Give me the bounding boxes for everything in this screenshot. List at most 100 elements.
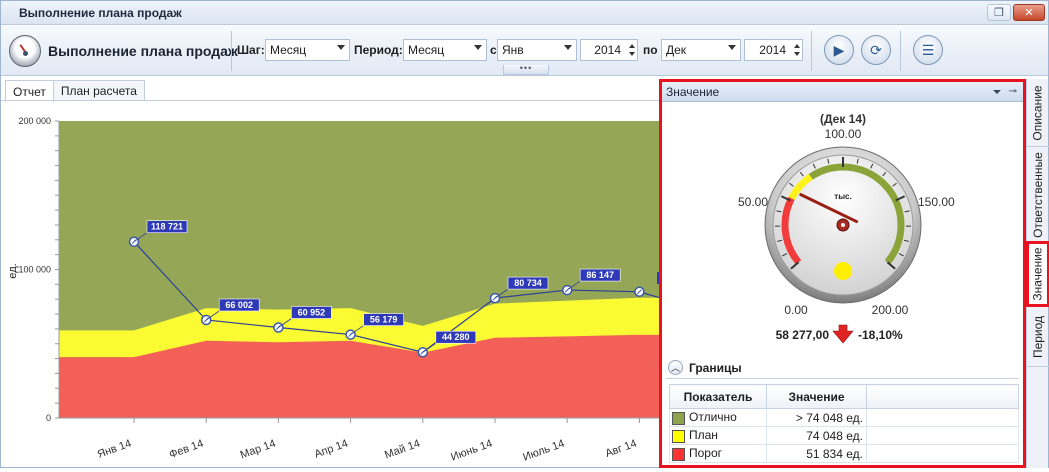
period-select-value: Месяц — [408, 43, 444, 57]
play-button[interactable]: ▶ — [824, 35, 854, 65]
to-label: по — [643, 43, 658, 57]
restore-icon: ❐ — [994, 6, 1004, 19]
tab-report[interactable]: Отчет — [5, 80, 54, 102]
side-tab-value[interactable]: Значение — [1026, 241, 1049, 307]
data-label: 60 952 — [298, 307, 326, 317]
play-icon: ▶ — [834, 42, 845, 59]
pin-icon[interactable]: ⊸ — [1009, 82, 1017, 102]
toolbar-divider — [900, 31, 901, 71]
sales-chart: 0100 000200 000ед.Янв 14Фев 14Мар 14Апр … — [1, 101, 661, 469]
from-month-value: Янв — [502, 43, 524, 57]
y-axis-label: ед. — [7, 263, 19, 278]
empty-cell — [867, 445, 1019, 463]
column-header-indicator[interactable]: Показатель — [670, 385, 767, 409]
data-label: 66 002 — [225, 300, 253, 310]
gauge-delta: -18,10% — [858, 328, 903, 342]
chevron-down-icon — [564, 45, 572, 50]
spin-down-icon[interactable] — [794, 52, 800, 56]
side-tab-label: Значение — [1031, 247, 1045, 300]
refresh-button[interactable]: ⟳ — [861, 35, 891, 65]
chart-svg: 0100 000200 000ед.Янв 14Фев 14Мар 14Апр … — [1, 101, 661, 469]
x-tick-label: Фев 14 — [168, 438, 206, 461]
side-tab-responsible[interactable]: Ответственные — [1027, 147, 1049, 243]
data-label: 80 734 — [514, 278, 542, 288]
x-tick-label: Июль 14 — [521, 438, 566, 464]
to-year-value: 2014 — [759, 43, 786, 57]
app-title: Выполнение плана продаж — [48, 43, 238, 59]
sliders-icon: ☰ — [922, 42, 935, 59]
gauge-status-light — [834, 262, 852, 280]
chevron-down-icon — [728, 45, 736, 50]
table-row[interactable]: Порог 51 834 ед. — [670, 445, 1019, 463]
bounds-title: Границы — [689, 361, 742, 375]
from-year-spinner[interactable]: 2014 — [580, 39, 638, 61]
bounds-table: Показатель Значение Отлично> 74 048 ед.П… — [669, 384, 1019, 463]
tab-label: План расчета — [61, 84, 137, 98]
speedometer-icon — [9, 35, 41, 67]
column-header-empty — [867, 385, 1019, 409]
table-row[interactable]: План74 048 ед. — [670, 427, 1019, 445]
x-tick-label: Мар 14 — [239, 438, 278, 462]
y-tick-label: 0 — [46, 413, 51, 423]
empty-cell — [867, 427, 1019, 445]
from-label: с — [490, 43, 497, 57]
bound-name-cell: Отлично — [670, 409, 767, 427]
gauge-q1-label: 50.00 — [738, 195, 768, 209]
from-month-select[interactable]: Янв — [497, 39, 577, 61]
x-tick-label: Апр 14 — [313, 438, 350, 461]
toolbar-divider — [231, 31, 232, 71]
window-title: Выполнение плана продаж — [19, 6, 182, 20]
bound-name-cell: Порог — [670, 445, 767, 463]
bounds-section-header[interactable]: ︿ Границы — [666, 357, 1019, 379]
spin-up-icon[interactable] — [794, 44, 800, 48]
spin-down-icon[interactable] — [629, 52, 635, 56]
period-select[interactable]: Месяц — [403, 39, 487, 61]
step-select[interactable]: Месяц — [265, 39, 350, 61]
chevron-down-icon — [474, 45, 482, 50]
bound-value: > 74 048 ед. — [767, 409, 867, 427]
side-tab-period[interactable]: Период — [1027, 307, 1049, 367]
gauge-max-label: 200.00 — [872, 303, 909, 317]
toolbar-grip[interactable]: ••• — [503, 65, 549, 75]
gauge-mid-label: 100.00 — [825, 127, 862, 141]
spin-up-icon[interactable] — [629, 44, 635, 48]
to-month-select[interactable]: Дек — [661, 39, 741, 61]
restore-button[interactable]: ❐ — [987, 4, 1011, 21]
bound-name: Порог — [689, 446, 722, 460]
settings-button[interactable]: ☰ — [913, 35, 943, 65]
data-label: 44 280 — [442, 332, 470, 342]
y-tick-label: 200 000 — [18, 116, 51, 126]
table-row[interactable]: Отлично > 74 048 ед. — [670, 409, 1019, 427]
to-year-spinner[interactable]: 2014 — [744, 39, 803, 61]
bound-value: 51 834 ед. — [767, 445, 867, 463]
refresh-icon: ⟳ — [870, 42, 882, 59]
close-button[interactable]: ✕ — [1013, 4, 1045, 21]
collapse-icon[interactable]: ︿ — [668, 360, 683, 375]
bound-name: План — [689, 428, 718, 442]
close-icon: ✕ — [1024, 6, 1033, 19]
tab-calc-plan[interactable]: План расчета — [53, 80, 145, 101]
color-swatch — [672, 430, 685, 443]
chevron-down-icon — [337, 45, 345, 50]
x-tick-label: Июнь 14 — [449, 438, 494, 464]
period-label: Период: — [354, 43, 403, 57]
side-tab-label: Период — [1031, 315, 1045, 357]
bound-name: Отлично — [689, 410, 737, 424]
color-swatch — [672, 412, 685, 425]
x-tick-label: Янв 14 — [96, 438, 133, 461]
color-swatch — [672, 448, 685, 461]
column-header-value[interactable]: Значение — [767, 385, 867, 409]
data-label: 86 147 — [586, 270, 614, 280]
data-label: 118 721 — [151, 222, 183, 232]
app-window: Выполнение плана продаж ❐ ✕ Выполнение п… — [0, 0, 1049, 468]
panel-header: Значение ⊸ — [662, 82, 1023, 102]
to-month-value: Дек — [666, 43, 686, 57]
side-tab-label: Ответственные — [1031, 152, 1045, 238]
from-year-value: 2014 — [594, 43, 621, 57]
data-label: 56 179 — [370, 315, 398, 325]
chevron-down-icon[interactable] — [993, 90, 1001, 94]
gauge-value: 58 277,00 — [776, 328, 830, 342]
side-tab-description[interactable]: Описание — [1027, 79, 1049, 147]
title-bar: Выполнение плана продаж ❐ ✕ — [1, 1, 1048, 25]
gauge-q3-label: 150.00 — [918, 195, 955, 209]
